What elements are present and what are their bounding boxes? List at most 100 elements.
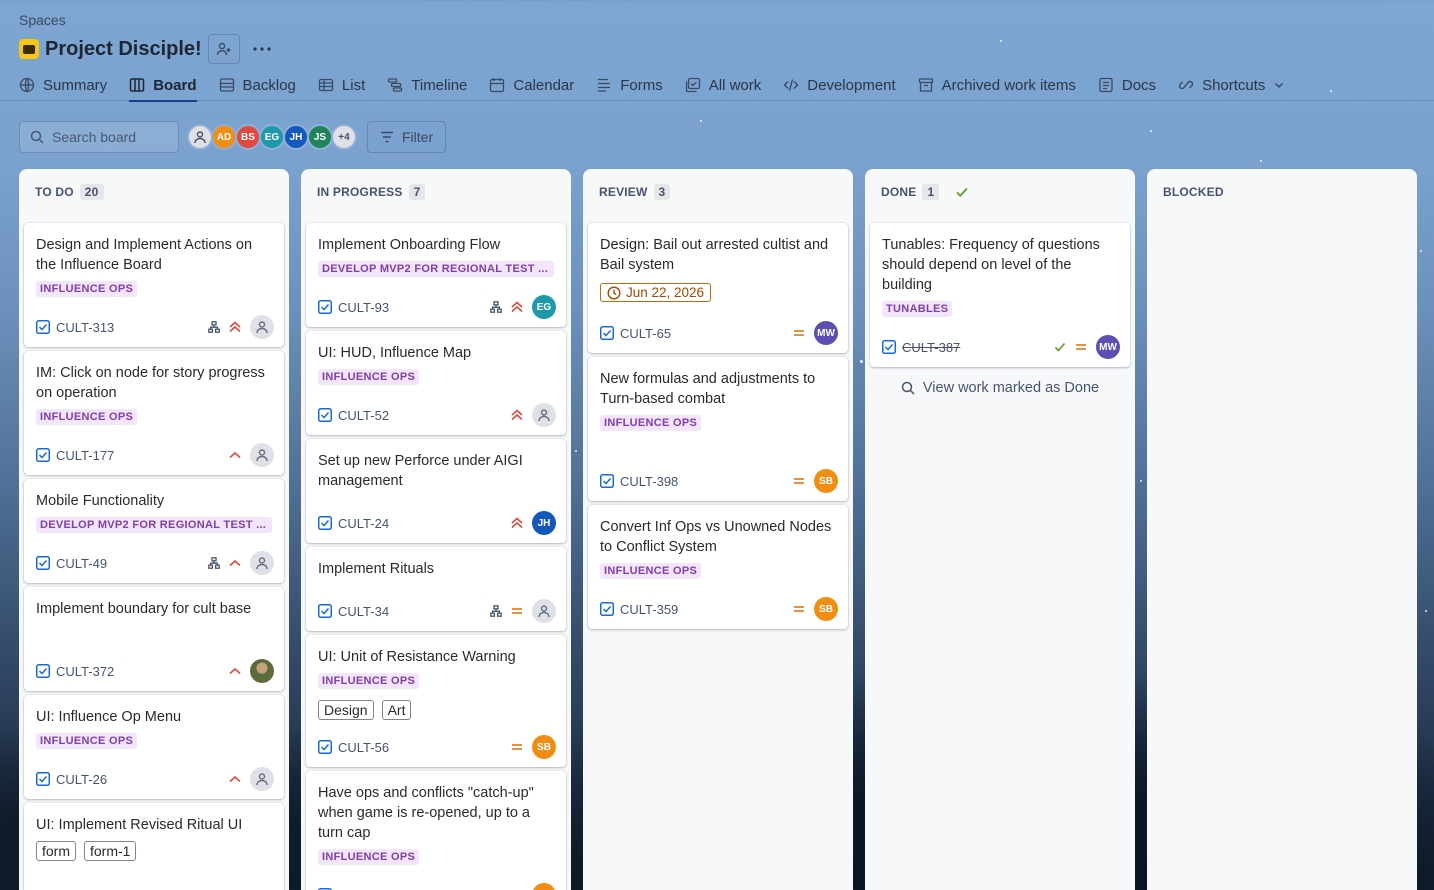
task-checkbox-icon — [318, 300, 332, 314]
avatar-more[interactable]: +4 — [331, 124, 357, 150]
issue-key[interactable]: CULT-65 — [620, 326, 671, 341]
tag: form — [36, 841, 76, 861]
issue-key[interactable]: CULT-56 — [338, 740, 389, 755]
view-done-link[interactable]: View work marked as Done — [865, 380, 1135, 396]
card-cult-93[interactable]: Implement Onboarding Flow DEVELOP MVP2 F… — [306, 223, 566, 327]
card-cult-26[interactable]: UI: Influence Op Menu INFLUENCE OPS CULT… — [24, 695, 284, 799]
card-cult-49[interactable]: Mobile Functionality DEVELOP MVP2 FOR RE… — [24, 479, 284, 583]
card-tags: Design Art — [318, 700, 554, 720]
tab-development[interactable]: Development — [783, 72, 896, 98]
issue-key[interactable]: CULT-93 — [338, 300, 389, 315]
card-cult-177[interactable]: IM: Click on node for story progress on … — [24, 351, 284, 475]
avatar-eg[interactable]: EG — [259, 124, 285, 150]
assignee-avatar-mw[interactable]: MW — [814, 321, 838, 345]
filter-button[interactable]: Filter — [367, 121, 447, 153]
add-people-button[interactable] — [207, 34, 240, 64]
more-icon — [253, 47, 271, 51]
breadcrumb-spaces[interactable]: Spaces — [19, 12, 66, 28]
priority-highest-icon — [511, 517, 523, 529]
avatar-bs[interactable]: BS — [235, 124, 261, 150]
issue-key[interactable]: CULT-398 — [620, 474, 678, 489]
priority-highest-icon — [511, 301, 523, 313]
tab-timeline[interactable]: Timeline — [387, 72, 467, 98]
filter-icon — [381, 131, 393, 143]
project-title-row: Project Disciple! — [19, 34, 278, 64]
person-icon — [256, 449, 268, 462]
avatar-js[interactable]: JS — [307, 124, 333, 150]
tab-docs[interactable]: Docs — [1098, 72, 1156, 98]
unassigned-avatar[interactable] — [250, 551, 274, 575]
issue-key[interactable]: CULT-372 — [56, 664, 114, 679]
tab-forms[interactable]: Forms — [596, 72, 663, 98]
assignee-avatar-sb[interactable]: SB — [814, 469, 838, 493]
issue-key[interactable]: CULT-177 — [56, 448, 114, 463]
avatar-jh[interactable]: JH — [283, 124, 309, 150]
priority-high-icon — [229, 451, 241, 459]
unassigned-avatar[interactable] — [250, 767, 274, 791]
column-in-progress: IN PROGRESS 7 Implement Onboarding Flow … — [301, 169, 571, 890]
card-cult-398[interactable]: New formulas and adjustments to Turn-bas… — [588, 357, 848, 501]
card-cult-65[interactable]: Design: Bail out arrested cultist and Ba… — [588, 223, 848, 353]
tab-all-work[interactable]: All work — [685, 72, 761, 98]
assignee-avatar-sb[interactable]: SB — [814, 597, 838, 621]
epic-label: INFLUENCE OPS — [318, 369, 420, 385]
issue-key[interactable]: CULT-52 — [338, 408, 389, 423]
unassigned-avatar[interactable] — [532, 403, 556, 427]
task-checkbox-icon — [318, 516, 332, 530]
priority-highest-icon — [511, 409, 523, 421]
priority-medium-icon — [794, 478, 804, 484]
card-title: Convert Inf Ops vs Unowned Nodes to Conf… — [600, 519, 832, 555]
card-title: Design: Bail out arrested cultist and Ba… — [600, 237, 829, 273]
issue-key[interactable]: CULT-34 — [338, 604, 389, 619]
card-cult-52[interactable]: UI: HUD, Influence Map INFLUENCE OPS CUL… — [306, 331, 566, 435]
column-review: REVIEW 3 Design: Bail out arrested culti… — [583, 169, 853, 890]
tab-label: Board — [153, 76, 197, 94]
tab-shortcuts[interactable]: Shortcuts — [1178, 72, 1285, 98]
assignee-avatar-sb[interactable]: SB — [532, 883, 556, 890]
tab-board[interactable]: Board — [129, 72, 197, 102]
task-checkbox-icon — [600, 602, 614, 616]
search-icon — [901, 381, 915, 395]
card-cult-56[interactable]: UI: Unit of Resistance Warning INFLUENCE… — [306, 635, 566, 767]
issue-key[interactable]: CULT-359 — [620, 602, 678, 617]
issue-key[interactable]: CULT-387 — [902, 340, 960, 355]
assignee-avatar-mw[interactable]: MW — [1096, 335, 1120, 359]
assignee-avatar-sb[interactable]: SB — [532, 735, 556, 759]
card-cult-359[interactable]: Convert Inf Ops vs Unowned Nodes to Conf… — [588, 505, 848, 629]
tab-archived-work-items[interactable]: Archived work items — [918, 72, 1076, 98]
assignee-avatar-eg[interactable]: EG — [532, 295, 556, 319]
search-board-input[interactable]: Search board — [19, 121, 179, 153]
assignee-avatar-jh[interactable]: JH — [532, 511, 556, 535]
column-name: DONE — [881, 185, 917, 199]
unassigned-avatar[interactable] — [250, 315, 274, 339]
card-cult-387[interactable]: Tunables: Frequency of questions should … — [870, 223, 1130, 367]
tab-backlog[interactable]: Backlog — [219, 72, 296, 98]
user-photo-avatar[interactable] — [250, 659, 274, 683]
issue-key[interactable]: CULT-24 — [338, 516, 389, 531]
issue-key[interactable]: CULT-313 — [56, 320, 114, 335]
card-cult-34[interactable]: Implement Rituals CULT-34 — [306, 547, 566, 631]
more-actions-button[interactable] — [246, 34, 278, 64]
card-title: Implement Rituals — [318, 561, 435, 577]
task-checkbox-icon — [318, 740, 332, 754]
card-cult-372[interactable]: Implement boundary for cult base CULT-37… — [24, 587, 284, 691]
card-cult-24[interactable]: Set up new Perforce under AIGI managemen… — [306, 439, 566, 543]
card-cult-313[interactable]: Design and Implement Actions on the Infl… — [24, 223, 284, 347]
tab-summary[interactable]: Summary — [19, 72, 107, 98]
tab-list[interactable]: List — [318, 72, 365, 98]
card-cult-399[interactable]: Have ops and conflicts "catch-up" when g… — [306, 771, 566, 890]
board-icon — [129, 78, 145, 92]
column-header: REVIEW 3 — [583, 169, 853, 215]
avatar-unassigned[interactable] — [187, 124, 213, 150]
issue-key[interactable]: CULT-26 — [56, 772, 107, 787]
avatar-ad[interactable]: AD — [211, 124, 237, 150]
column-header: IN PROGRESS 7 — [301, 169, 571, 215]
unassigned-avatar[interactable] — [250, 443, 274, 467]
tab-calendar[interactable]: Calendar — [489, 72, 574, 98]
epic-label: INFLUENCE OPS — [36, 409, 138, 425]
due-date-chip: Jun 22, 2026 — [600, 283, 712, 302]
issue-key[interactable]: CULT-49 — [56, 556, 107, 571]
tab-label: Backlog — [242, 76, 296, 94]
unassigned-avatar[interactable] — [532, 599, 556, 623]
card-revised-ritual-ui[interactable]: UI: Implement Revised Ritual UI form for… — [24, 803, 284, 890]
